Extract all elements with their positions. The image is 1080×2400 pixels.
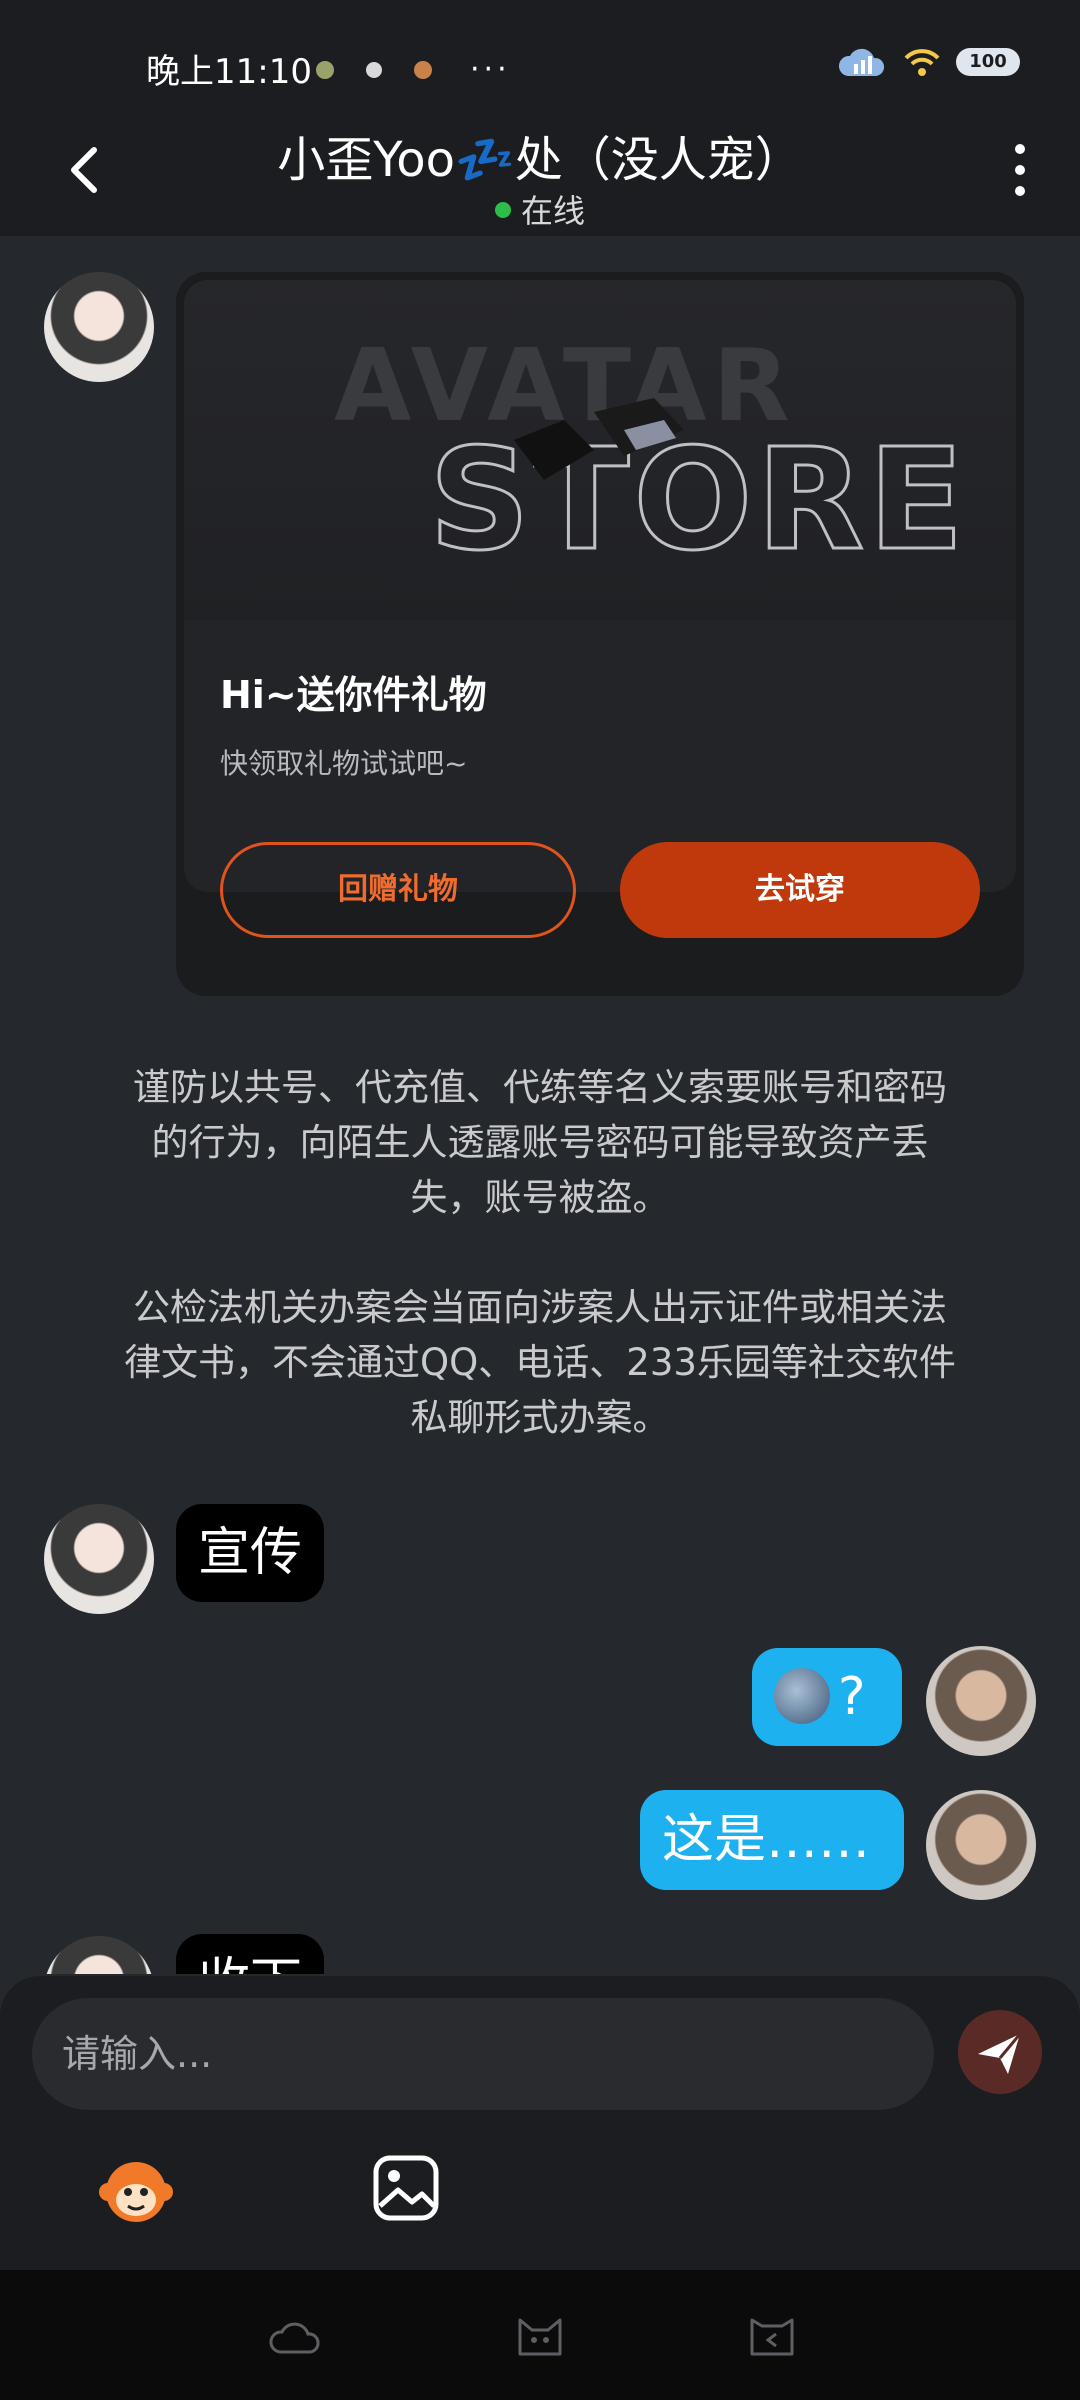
contact-avatar[interactable] bbox=[44, 272, 154, 382]
contact-avatar[interactable] bbox=[44, 1504, 154, 1614]
monkey-emoji-icon[interactable] bbox=[96, 2148, 176, 2228]
nav-cloud-icon[interactable] bbox=[268, 2310, 324, 2360]
battery-icon: 100 bbox=[956, 48, 1020, 76]
app2-notification-icon bbox=[414, 60, 432, 79]
chat-title: 小歪Yoo💤处（没人宠） bbox=[277, 132, 803, 188]
online-status: 在线 bbox=[0, 186, 1080, 232]
input-panel bbox=[0, 1976, 1080, 2270]
status-bar: 晚上11:10 ··· 100 bbox=[0, 0, 1080, 120]
kebab-menu-icon[interactable] bbox=[1012, 144, 1028, 200]
my-avatar[interactable] bbox=[926, 1646, 1036, 1756]
hd-cloud-icon bbox=[838, 48, 885, 76]
app-notification-icon bbox=[316, 60, 334, 79]
contact-avatar[interactable] bbox=[44, 1936, 154, 1974]
system-nav-bar bbox=[0, 2270, 1080, 2400]
nav-cat-icon[interactable] bbox=[512, 2310, 568, 2360]
message-bubble-outgoing[interactable]: 这是…… bbox=[640, 1790, 904, 1890]
my-avatar[interactable] bbox=[926, 1790, 1036, 1900]
gift-subtitle: 快领取礼物试试吧~ bbox=[220, 747, 468, 780]
moon-emoji-icon bbox=[774, 1668, 830, 1724]
banner-line2: STORE bbox=[429, 419, 968, 582]
try-on-button[interactable]: 去试穿 bbox=[620, 842, 980, 938]
notification-icons: ··· bbox=[316, 52, 511, 87]
message-bubble-incoming[interactable]: 宣传 bbox=[176, 1504, 325, 1602]
status-time: 晚上11:10 bbox=[146, 52, 312, 92]
gift-banner[interactable]: AVATAR STORE bbox=[184, 280, 1016, 892]
gift-card: AVATAR STORE Hi~送你件礼物 快领取礼物试试吧~ 回赠礼物 去试穿 bbox=[176, 272, 1024, 996]
nav-back-icon[interactable] bbox=[744, 2310, 800, 2360]
safety-notice-police: 公检法机关办案会当面向涉案人出示证件或相关法 律文书，不会通过QQ、电话、233… bbox=[124, 1286, 956, 1439]
send-icon bbox=[978, 2033, 1022, 2074]
gift-title: Hi~送你件礼物 bbox=[220, 673, 487, 717]
message-bubble-incoming[interactable]: 收下 bbox=[176, 1934, 325, 1974]
message-bubble-outgoing[interactable]: ? bbox=[752, 1648, 902, 1746]
paw-notification-icon bbox=[366, 61, 382, 78]
online-dot-icon bbox=[494, 202, 511, 218]
more-notifications-icon: ··· bbox=[470, 52, 511, 87]
avatar-store-logo: AVATAR STORE bbox=[334, 327, 968, 584]
return-gift-button[interactable]: 回赠礼物 bbox=[220, 842, 576, 938]
online-status-label: 在线 bbox=[520, 192, 585, 230]
safety-notice-account: 谨防以共号、代充值、代练等名义索要账号和密码 的行为，向陌生人透露账号密码可能导… bbox=[133, 1066, 947, 1219]
partially-visible-message: 收下 bbox=[0, 1920, 1080, 1974]
wifi-icon bbox=[904, 49, 940, 76]
chat-header: 小歪Yoo💤处（没人宠） 在线 bbox=[0, 120, 1080, 236]
image-icon[interactable] bbox=[370, 2152, 442, 2224]
system-icons: 100 bbox=[836, 42, 1020, 82]
message-input[interactable] bbox=[32, 1998, 934, 2110]
send-button[interactable] bbox=[958, 2010, 1042, 2094]
